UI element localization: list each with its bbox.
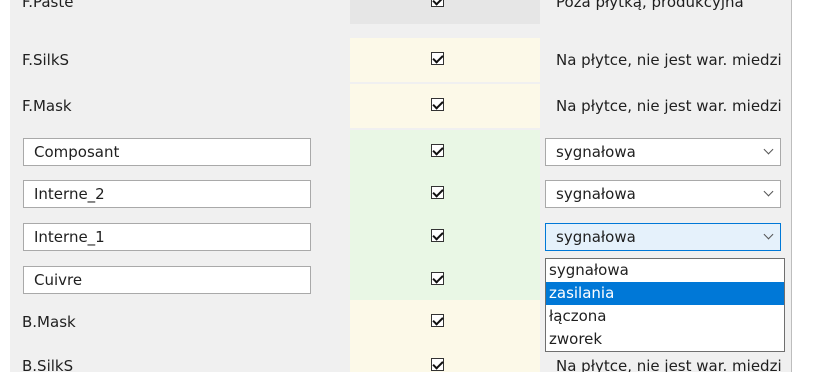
layer-type-select[interactable]: sygnałowa <box>545 180 781 208</box>
layer-name-value: Interne_2 <box>34 185 105 203</box>
dropdown-option-zasilania[interactable]: zasilania <box>546 282 784 305</box>
enabled-checkbox[interactable] <box>431 144 444 157</box>
enabled-cell <box>350 130 540 174</box>
layer-row-interne-2: Interne_2 sygnałowa <box>10 172 791 216</box>
layer-name: F.Mask <box>22 97 72 115</box>
enabled-cell <box>350 172 540 216</box>
enabled-checkbox[interactable] <box>431 229 444 242</box>
chevron-down-icon <box>763 186 774 197</box>
chevron-down-icon <box>763 144 774 155</box>
layer-name: F.Paste <box>22 0 74 11</box>
enabled-checkbox[interactable] <box>431 186 444 199</box>
layer-name-input[interactable]: Composant <box>23 138 311 166</box>
layer-type-value: sygnałowa <box>556 185 636 203</box>
layer-row-f-silks: F.SilkS Na płytce, nie jest war. miedzi <box>10 38 791 82</box>
enabled-checkbox[interactable] <box>431 52 444 65</box>
layer-row-interne-1: Interne_1 sygnałowa <box>10 215 791 259</box>
enabled-checkbox[interactable] <box>431 98 444 111</box>
enabled-checkbox[interactable] <box>431 0 444 7</box>
layer-name-value: Interne_1 <box>34 228 105 246</box>
layer-name: B.Mask <box>22 313 76 331</box>
panel-right-border <box>791 0 792 372</box>
enabled-checkbox[interactable] <box>431 272 444 285</box>
dropdown-option-zworek[interactable]: zworek <box>546 328 784 351</box>
dropdown-option-sygnalowa[interactable]: sygnałowa <box>546 259 784 282</box>
enabled-cell <box>350 344 540 372</box>
layer-row-composant: Composant sygnałowa <box>10 130 791 174</box>
chevron-down-icon <box>763 229 774 240</box>
layer-type-value: sygnałowa <box>556 143 636 161</box>
layer-type-select-open[interactable]: sygnałowa <box>545 223 781 251</box>
layer-name: F.SilkS <box>22 51 70 69</box>
layer-name-input[interactable]: Interne_2 <box>23 180 311 208</box>
enabled-cell <box>350 38 540 82</box>
layer-name-value: Composant <box>34 143 120 161</box>
layer-type-text: Na płytce, nie jest war. miedzi <box>556 97 782 115</box>
enabled-cell <box>350 84 540 128</box>
enabled-cell <box>350 215 540 259</box>
layer-type-select[interactable]: sygnałowa <box>545 138 781 166</box>
enabled-cell <box>350 258 540 302</box>
layer-type-value: sygnałowa <box>556 228 636 246</box>
layer-type-text: Poza płytką, produkcyjna <box>556 0 744 11</box>
enabled-cell <box>350 0 540 24</box>
layer-type-text: Na płytce, nie jest war. miedzi <box>556 357 782 372</box>
layer-row-f-paste: F.Paste Poza płytką, produkcyjna <box>10 0 791 24</box>
enabled-checkbox[interactable] <box>431 358 444 371</box>
enabled-cell <box>350 300 540 344</box>
enabled-checkbox[interactable] <box>431 314 444 327</box>
layer-type-text: Na płytce, nie jest war. miedzi <box>556 51 782 69</box>
dropdown-option-laczona[interactable]: łączona <box>546 305 784 328</box>
layer-row-f-mask: F.Mask Na płytce, nie jest war. miedzi <box>10 84 791 128</box>
layer-name: B.SilkS <box>22 357 74 372</box>
layer-name-input[interactable]: Interne_1 <box>23 223 311 251</box>
layer-name-value: Cuivre <box>34 271 83 289</box>
layer-name-input[interactable]: Cuivre <box>23 266 311 294</box>
layer-type-dropdown-list: sygnałowa zasilania łączona zworek <box>545 258 785 352</box>
